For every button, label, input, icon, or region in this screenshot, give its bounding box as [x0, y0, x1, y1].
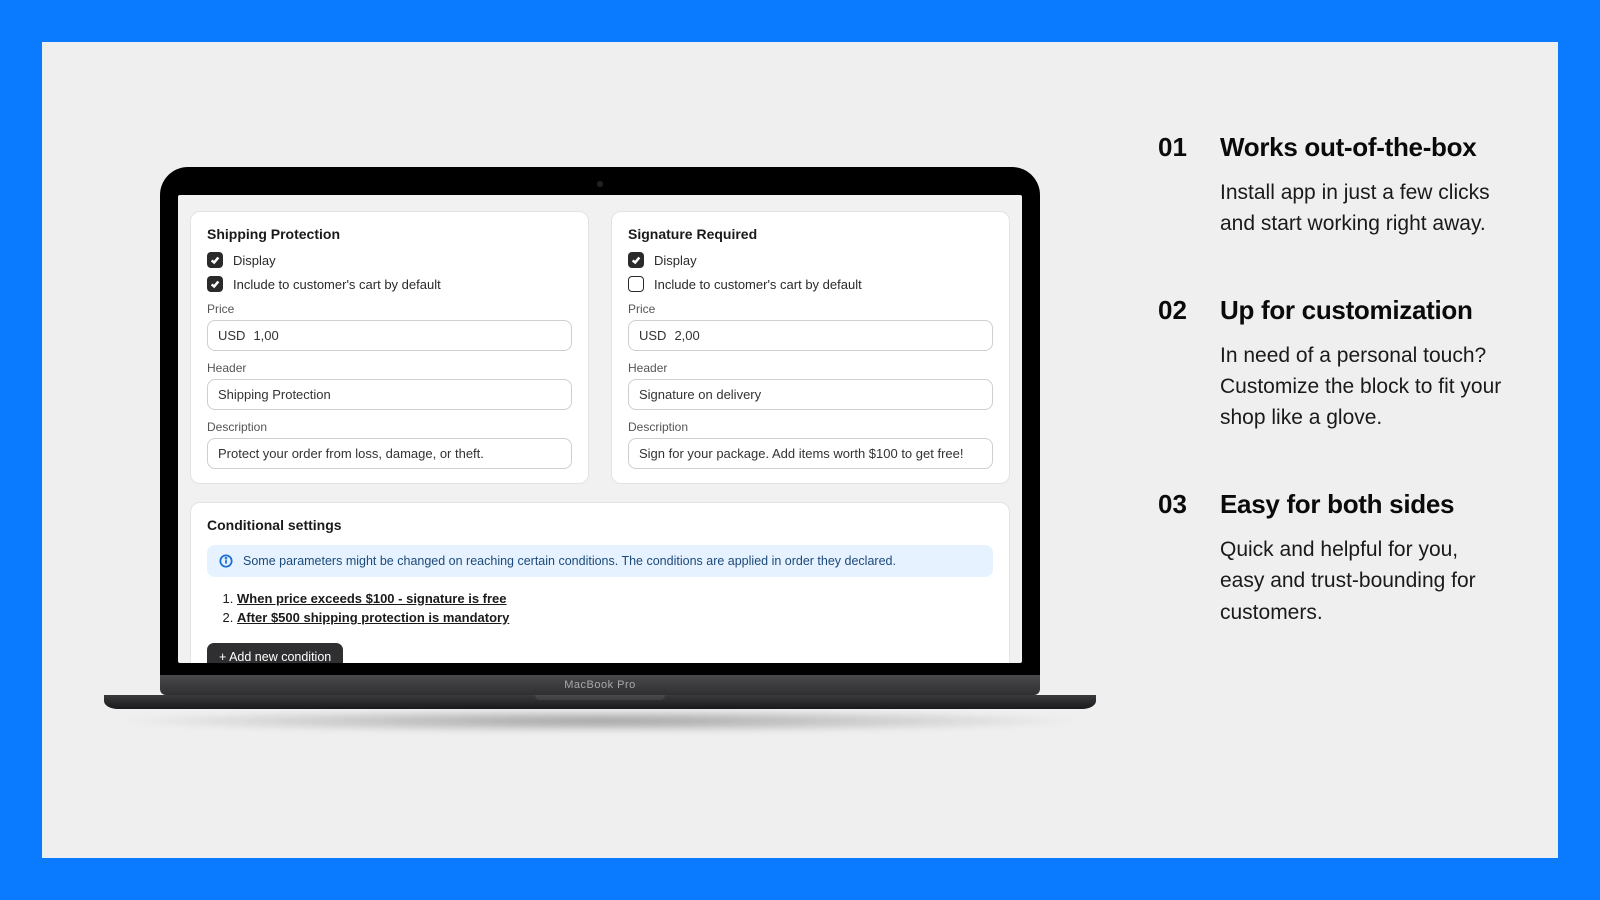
display-checkbox[interactable]: [207, 252, 223, 268]
check-icon: [210, 279, 220, 289]
feature-item: 01 Works out-of-the-box Install app in j…: [1158, 132, 1508, 239]
price-value: 1,00: [253, 328, 278, 343]
card-title: Signature Required: [628, 226, 993, 242]
feature-title: Easy for both sides: [1220, 489, 1508, 520]
include-default-checkbox[interactable]: [207, 276, 223, 292]
display-label: Display: [654, 253, 697, 268]
card-title: Shipping Protection: [207, 226, 572, 242]
display-label: Display: [233, 253, 276, 268]
display-checkbox[interactable]: [628, 252, 644, 268]
description-value: Protect your order from loss, damage, or…: [218, 446, 484, 461]
header-value: Shipping Protection: [218, 387, 331, 402]
feature-body: In need of a personal touch? Customize t…: [1220, 340, 1508, 433]
feature-list: 01 Works out-of-the-box Install app in j…: [1138, 42, 1558, 858]
header-input[interactable]: Signature on delivery: [628, 379, 993, 410]
laptop-mockup: Shipping Protection Display: [42, 42, 1138, 858]
feature-item: 03 Easy for both sides Quick and helpful…: [1158, 489, 1508, 627]
price-label: Price: [628, 302, 993, 316]
alert-text: Some parameters might be changed on reac…: [243, 554, 896, 568]
feature-number: 02: [1158, 295, 1198, 433]
condition-item: When price exceeds $100 - signature is f…: [237, 591, 993, 606]
feature-body: Quick and helpful for you, easy and trus…: [1220, 534, 1508, 627]
signature-required-card: Signature Required Display Include: [611, 211, 1010, 484]
condition-link[interactable]: When price exceeds $100 - signature is f…: [237, 591, 507, 606]
check-icon: [210, 255, 220, 265]
price-input[interactable]: USD 2,00: [628, 320, 993, 351]
laptop-label: MacBook Pro: [160, 675, 1040, 695]
description-value: Sign for your package. Add items worth $…: [639, 446, 963, 461]
info-icon: [219, 554, 233, 568]
feature-number: 03: [1158, 489, 1198, 627]
include-default-checkbox[interactable]: [628, 276, 644, 292]
currency-prefix: USD: [218, 328, 245, 343]
include-default-label: Include to customer's cart by default: [233, 277, 441, 292]
header-label: Header: [207, 361, 572, 375]
include-default-label: Include to customer's cart by default: [654, 277, 862, 292]
description-input[interactable]: Protect your order from loss, damage, or…: [207, 438, 572, 469]
feature-title: Works out-of-the-box: [1220, 132, 1508, 163]
condition-link[interactable]: After $500 shipping protection is mandat…: [237, 610, 509, 625]
check-icon: [631, 255, 641, 265]
price-value: 2,00: [674, 328, 699, 343]
card-title: Conditional settings: [207, 517, 993, 533]
description-label: Description: [628, 420, 993, 434]
add-condition-button[interactable]: + Add new condition: [207, 643, 343, 663]
header-label: Header: [628, 361, 993, 375]
price-input[interactable]: USD 1,00: [207, 320, 572, 351]
description-label: Description: [207, 420, 572, 434]
conditional-settings-card: Conditional settings Some parameters mig…: [190, 502, 1010, 663]
header-value: Signature on delivery: [639, 387, 761, 402]
feature-body: Install app in just a few clicks and sta…: [1220, 177, 1508, 239]
feature-number: 01: [1158, 132, 1198, 239]
shipping-protection-card: Shipping Protection Display: [190, 211, 589, 484]
header-input[interactable]: Shipping Protection: [207, 379, 572, 410]
app-screen: Shipping Protection Display: [178, 195, 1022, 663]
feature-item: 02 Up for customization In need of a per…: [1158, 295, 1508, 433]
price-label: Price: [207, 302, 572, 316]
condition-item: After $500 shipping protection is mandat…: [237, 610, 993, 625]
feature-title: Up for customization: [1220, 295, 1508, 326]
currency-prefix: USD: [639, 328, 666, 343]
info-alert: Some parameters might be changed on reac…: [207, 545, 993, 577]
description-input[interactable]: Sign for your package. Add items worth $…: [628, 438, 993, 469]
